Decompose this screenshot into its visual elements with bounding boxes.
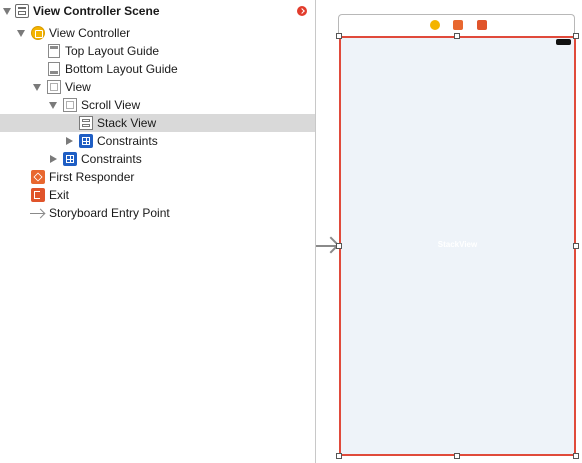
exit-icon[interactable] [477, 20, 487, 30]
resize-handle[interactable] [454, 453, 460, 459]
outline-row-bottom-layout-guide[interactable]: Bottom Layout Guide [0, 60, 315, 78]
outline-item-label: Stack View [97, 116, 157, 130]
outline-row-scene[interactable]: View Controller Scene [0, 2, 315, 20]
disclosure-expanded-icon[interactable] [17, 30, 25, 37]
resize-handle[interactable] [573, 243, 579, 249]
resize-handle[interactable] [573, 33, 579, 39]
first-responder-icon[interactable] [453, 20, 463, 30]
layout-guide-icon [48, 62, 60, 76]
view-icon [47, 80, 61, 94]
outline-item-label: Scroll View [81, 98, 141, 112]
resize-handle[interactable] [336, 243, 342, 249]
outline-item-label: Constraints [81, 152, 142, 166]
constraints-icon [79, 134, 93, 148]
disclosure-collapsed-icon[interactable] [50, 155, 57, 163]
disclosure-expanded-icon[interactable] [49, 102, 57, 109]
outline-item-label: View Controller [49, 26, 131, 40]
outline-row-top-layout-guide[interactable]: Top Layout Guide [0, 42, 315, 60]
entry-arrow-icon [30, 206, 46, 220]
outline-item-label: Constraints [97, 134, 158, 148]
view-controller-icon[interactable] [430, 20, 440, 30]
scroll-view-icon [63, 98, 77, 112]
first-responder-icon [31, 170, 45, 184]
scene-icon [15, 4, 29, 18]
constraints-icon [63, 152, 77, 166]
document-outline: View Controller Scene View Controller To… [0, 0, 315, 463]
view-controller-icon [31, 26, 45, 40]
resize-handle[interactable] [336, 453, 342, 459]
outline-item-label: Bottom Layout Guide [65, 62, 178, 76]
outline-item-label: Storyboard Entry Point [49, 206, 170, 220]
scene-warning-arrow-icon[interactable] [297, 6, 307, 16]
stack-view-caption: StackView [437, 240, 478, 249]
outline-item-label: First Responder [49, 170, 135, 184]
resize-handle[interactable] [336, 33, 342, 39]
outline-row-constraints[interactable]: Constraints [0, 150, 315, 168]
battery-icon [556, 39, 571, 45]
outline-row-scroll-view[interactable]: Scroll View [0, 96, 315, 114]
stack-view-icon [79, 116, 93, 130]
outline-item-label: View [65, 80, 91, 94]
outline-row-view[interactable]: View [0, 78, 315, 96]
outline-item-label: Exit [49, 188, 70, 202]
outline-row-entry-point[interactable]: Storyboard Entry Point [0, 204, 315, 222]
exit-icon [31, 188, 45, 202]
outline-row-exit[interactable]: Exit [0, 186, 315, 204]
outline-item-label: Top Layout Guide [65, 44, 160, 58]
outline-row-constraints[interactable]: Constraints [0, 132, 315, 150]
scene-title: View Controller Scene [33, 4, 160, 18]
disclosure-expanded-icon[interactable] [33, 84, 41, 91]
disclosure-collapsed-icon[interactable] [66, 137, 73, 145]
entry-point-arrow-icon[interactable] [316, 236, 340, 254]
outline-row-first-responder[interactable]: First Responder [0, 168, 315, 186]
outline-row-stack-view[interactable]: Stack View [0, 114, 315, 132]
resize-handle[interactable] [573, 453, 579, 459]
disclosure-expanded-icon[interactable] [3, 8, 11, 15]
layout-guide-icon [48, 44, 60, 58]
resize-handle[interactable] [454, 33, 460, 39]
outline-row-view-controller[interactable]: View Controller [0, 24, 315, 42]
